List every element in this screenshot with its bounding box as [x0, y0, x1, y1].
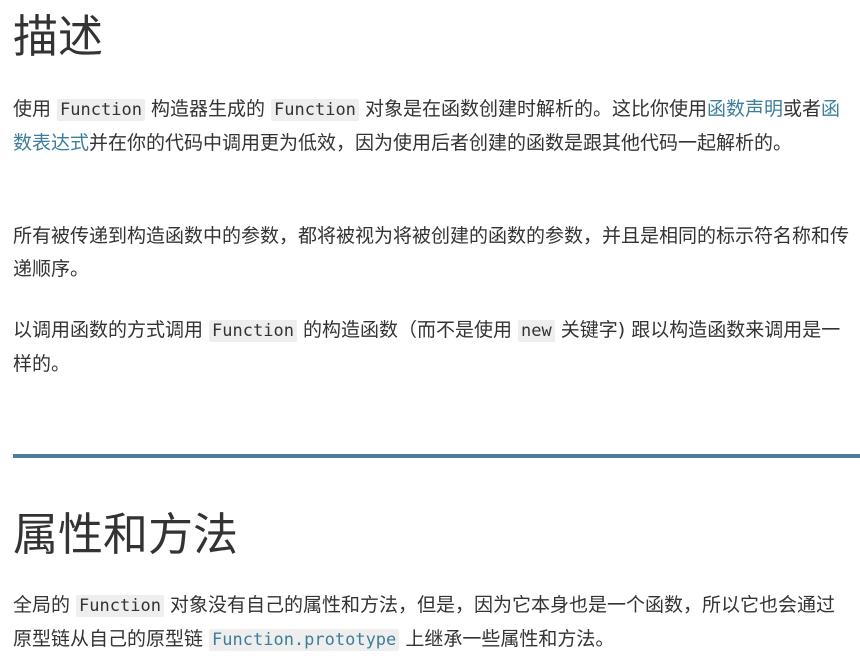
heading-description: 描述: [13, 10, 104, 63]
code-new: new: [518, 320, 555, 342]
code-function: Function: [57, 99, 145, 121]
text-fragment: 并在你的代码中调用更为低效，因为使用后者创建的函数是跟其他代码一起解析的。: [89, 132, 793, 154]
code-function-prototype: Function.prototype: [209, 629, 400, 651]
description-paragraph-3: 以调用函数的方式调用 Function 的构造函数（而不是使用 new 关键字)…: [13, 314, 853, 381]
description-paragraph-1: 使用 Function 构造器生成的 Function 对象是在函数创建时解析的…: [13, 93, 853, 160]
text-fragment: 上继承一些属性和方法。: [399, 628, 615, 650]
article-content: 描述 使用 Function 构造器生成的 Function 对象是在函数创建时…: [0, 0, 860, 659]
properties-paragraph-1: 全局的 Function 对象没有自己的属性和方法，但是，因为它本身也是一个函数…: [13, 589, 853, 657]
link-function-prototype[interactable]: Function.prototype: [209, 628, 400, 651]
text-fragment: 使用: [13, 98, 58, 120]
code-function: Function: [209, 320, 297, 342]
section-divider: [13, 454, 860, 458]
text-fragment: 或者: [782, 98, 821, 120]
text-fragment: 以调用函数的方式调用: [13, 319, 210, 341]
code-function: Function: [76, 595, 164, 617]
link-function-declaration[interactable]: 函数声明: [707, 98, 783, 120]
text-fragment: 构造器生成的: [144, 98, 272, 120]
text-fragment: 对象是在函数创建时解析的。这比你使用: [358, 98, 707, 120]
heading-properties-methods: 属性和方法: [13, 508, 239, 561]
code-function: Function: [271, 99, 359, 121]
text-fragment: 全局的: [13, 594, 77, 616]
description-paragraph-2: 所有被传递到构造函数中的参数，都将被视为将被创建的函数的参数，并且是相同的标示符…: [13, 225, 850, 280]
text-fragment: 的构造函数（而不是使用: [296, 319, 519, 341]
